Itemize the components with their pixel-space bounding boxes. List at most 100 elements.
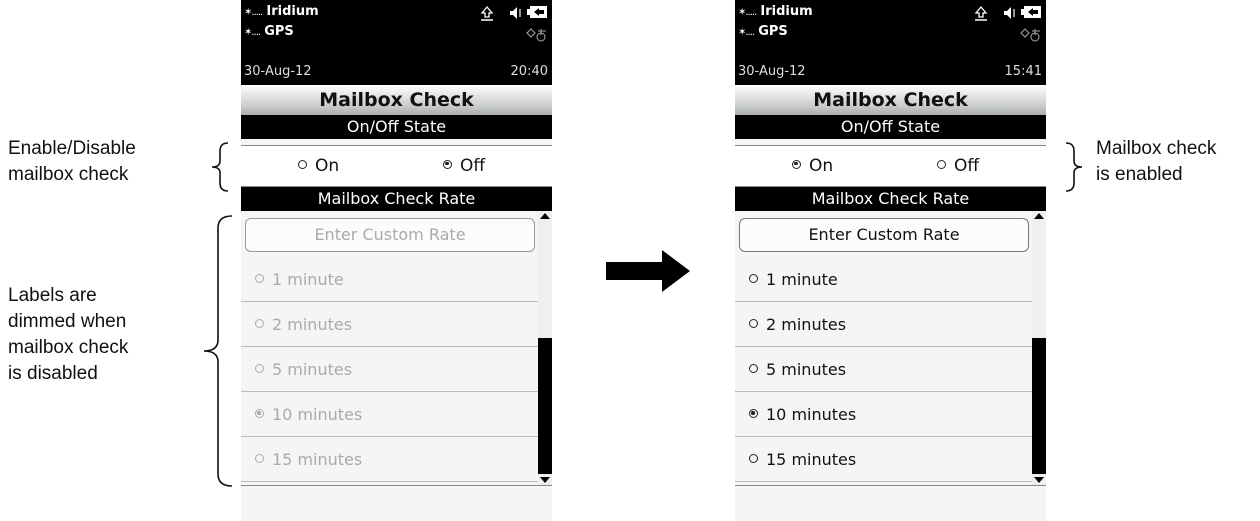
on-radio[interactable]: On (792, 146, 833, 186)
network-label: Iridium (266, 4, 319, 19)
signal-icon: ✶..... (244, 7, 263, 18)
battery-icon (1021, 6, 1041, 18)
off-radio[interactable]: Off (443, 146, 485, 186)
rate-option-label: 1 minute (766, 270, 838, 289)
annotation-line: Enable/Disable (8, 138, 136, 159)
divider (241, 485, 552, 486)
rate-header: Mailbox Check Rate (735, 187, 1046, 211)
annotation-line: mailbox check (8, 164, 129, 185)
gps-signal-icon: ✶.... (738, 27, 755, 38)
page-title: Mailbox Check (241, 85, 552, 115)
device-screen-enabled: ✶..... Iridium ✶.... GPS 30-Aug-12 15:41 (735, 0, 1046, 521)
radio-icon (443, 159, 452, 169)
gps-fix-icon (1020, 28, 1040, 42)
gps-fix-icon (526, 28, 546, 42)
annotation-enabled: Mailbox check is enabled (1096, 136, 1216, 188)
off-label: Off (954, 156, 980, 176)
rate-option-label: 1 minute (272, 270, 344, 289)
rate-option[interactable]: 15 minutes (241, 438, 538, 482)
scroll-down-icon[interactable] (540, 477, 550, 483)
radio-icon (749, 454, 758, 463)
onoff-toggle: On Off (241, 145, 552, 187)
rate-option[interactable]: 2 minutes (241, 303, 538, 347)
annotation-line: is enabled (1096, 164, 1183, 185)
date-label: 30-Aug-12 (738, 64, 806, 79)
rate-option-label: 15 minutes (766, 450, 857, 469)
radio-icon (749, 274, 758, 283)
rate-option[interactable]: 2 minutes (735, 303, 1032, 347)
radio-icon (298, 159, 307, 169)
scroll-up-icon[interactable] (540, 213, 550, 219)
status-bar: ✶..... Iridium ✶.... GPS 30-Aug-12 20:40 (241, 0, 552, 85)
radio-icon (255, 319, 264, 328)
rate-option-label: 10 minutes (272, 405, 363, 424)
rate-option[interactable]: 15 minutes (735, 438, 1032, 482)
annotation-line: mailbox check (8, 337, 129, 358)
rate-option-label: 2 minutes (766, 315, 847, 334)
rate-option[interactable]: 5 minutes (241, 348, 538, 392)
scroll-up-icon[interactable] (1034, 213, 1044, 219)
gps-label: GPS (758, 24, 788, 39)
rate-option[interactable]: 10 minutes (735, 393, 1032, 437)
off-radio[interactable]: Off (937, 146, 979, 186)
on-label: On (315, 156, 340, 176)
speaker-icon (510, 7, 521, 19)
on-label: On (809, 156, 834, 176)
upload-icon (974, 6, 988, 21)
radio-icon (255, 274, 264, 283)
battery-icon (527, 6, 547, 18)
radio-icon (255, 409, 264, 418)
rate-option-label: 5 minutes (272, 360, 353, 379)
rate-option-label: 10 minutes (766, 405, 857, 424)
radio-icon (749, 409, 758, 418)
custom-rate-button[interactable]: Enter Custom Rate (739, 218, 1029, 252)
radio-icon (937, 159, 946, 169)
brace-enabled (1065, 142, 1083, 192)
iridium-status: ✶..... Iridium (738, 4, 813, 19)
rate-option-label: 2 minutes (272, 315, 353, 334)
rate-option[interactable]: 10 minutes (241, 393, 538, 437)
off-label: Off (460, 156, 486, 176)
onoff-header: On/Off State (735, 115, 1046, 139)
rate-option[interactable]: 1 minute (735, 258, 1032, 302)
upload-icon (480, 6, 494, 21)
iridium-status: ✶..... Iridium (244, 4, 319, 19)
network-label: Iridium (760, 4, 813, 19)
custom-rate-button[interactable]: Enter Custom Rate (245, 218, 535, 252)
annotation-enable-disable: Enable/Disable mailbox check (8, 136, 136, 188)
radio-icon (792, 159, 801, 169)
status-bar: ✶..... Iridium ✶.... GPS 30-Aug-12 15:41 (735, 0, 1046, 85)
on-radio[interactable]: On (298, 146, 339, 186)
annotation-line: is disabled (8, 363, 98, 384)
gps-signal-icon: ✶.... (244, 27, 261, 38)
radio-icon (749, 319, 758, 328)
rate-option-label: 5 minutes (766, 360, 847, 379)
radio-icon (255, 454, 264, 463)
page-title: Mailbox Check (735, 85, 1046, 115)
gps-status: ✶.... GPS (738, 24, 788, 39)
right-arrow-icon (606, 250, 690, 292)
brace-enable-disable (211, 142, 229, 192)
brace-dimmed (203, 215, 233, 487)
date-label: 30-Aug-12 (244, 64, 312, 79)
gps-label: GPS (264, 24, 294, 39)
signal-icon: ✶..... (738, 7, 757, 18)
onoff-header: On/Off State (241, 115, 552, 139)
scroll-thumb[interactable] (1032, 338, 1046, 474)
annotation-line: Mailbox check (1096, 138, 1217, 159)
annotation-dimmed: Labels are dimmed when mailbox check is … (8, 283, 128, 387)
rate-header: Mailbox Check Rate (241, 187, 552, 211)
time-label: 15:41 (1004, 64, 1042, 79)
gps-status: ✶.... GPS (244, 24, 294, 39)
annotation-line: dimmed when (8, 311, 127, 332)
divider (735, 485, 1046, 486)
annotation-line: Labels are (8, 285, 97, 306)
scrollbar[interactable] (538, 211, 552, 485)
scroll-thumb[interactable] (538, 338, 552, 474)
scrollbar[interactable] (1032, 211, 1046, 485)
rate-option[interactable]: 1 minute (241, 258, 538, 302)
rate-option-label: 15 minutes (272, 450, 363, 469)
rate-option[interactable]: 5 minutes (735, 348, 1032, 392)
onoff-toggle: On Off (735, 145, 1046, 187)
scroll-down-icon[interactable] (1034, 477, 1044, 483)
